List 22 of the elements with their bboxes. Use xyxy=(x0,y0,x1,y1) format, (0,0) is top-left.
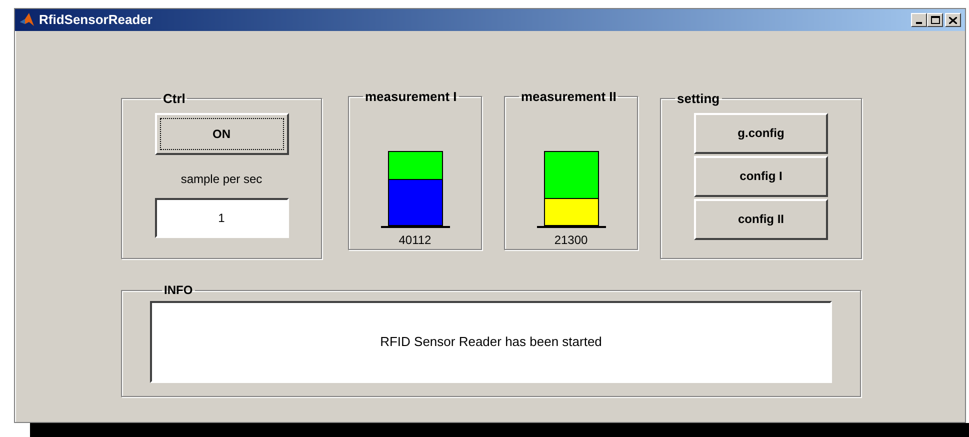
minimize-button[interactable] xyxy=(911,13,927,27)
minimize-icon xyxy=(916,22,922,24)
maximize-button[interactable] xyxy=(927,13,943,27)
panel-title: measurement I xyxy=(364,88,458,106)
measurement-value: 40112 xyxy=(398,232,432,248)
panel-title: Ctrl xyxy=(162,90,186,108)
close-icon xyxy=(949,16,957,24)
app-logo-icon xyxy=(19,12,35,28)
window-title: RfidSensorReader xyxy=(39,11,152,30)
config-button[interactable]: config I xyxy=(694,156,828,196)
rate-label: sample per sec xyxy=(180,170,262,188)
on-button[interactable]: ON xyxy=(154,112,288,154)
info-message: RFID Sensor Reader has been started xyxy=(380,333,602,352)
config-button[interactable]: g.config xyxy=(694,112,828,154)
panel-title: INFO xyxy=(163,282,194,299)
panel-title: setting xyxy=(676,90,721,108)
panel-title: measurement II xyxy=(520,88,618,106)
maximize-icon xyxy=(930,16,940,24)
rate-field[interactable]: 1 xyxy=(154,198,288,238)
config-button[interactable]: config II xyxy=(694,198,828,240)
close-button[interactable] xyxy=(945,13,961,27)
measurement-value: 21300 xyxy=(554,232,588,248)
